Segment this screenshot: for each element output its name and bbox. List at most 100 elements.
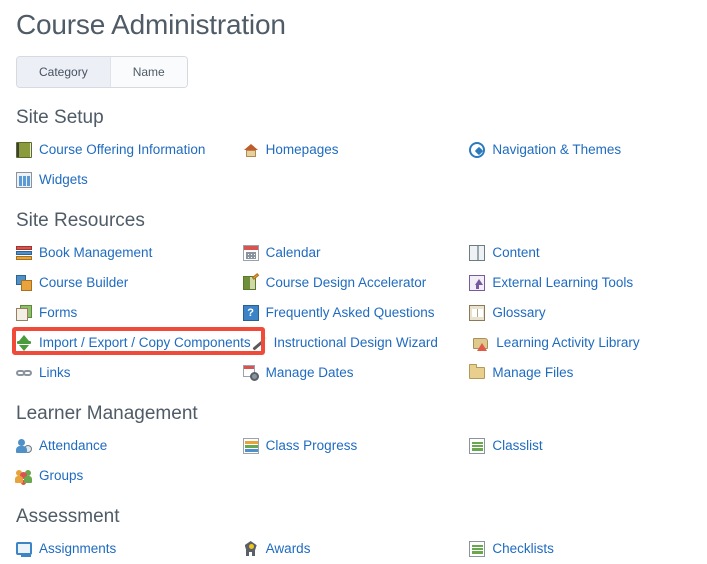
tool-link-label[interactable]: Course Design Accelerator xyxy=(266,275,427,291)
tool-link-label[interactable]: Attendance xyxy=(39,438,107,454)
tool-link-label[interactable]: External Learning Tools xyxy=(492,275,633,291)
section-site-setup: Site Setup Course Offering Information Hom… xyxy=(0,106,707,195)
tool-item-attendance[interactable]: Attendance xyxy=(16,431,243,461)
tool-item-learning-activity-library[interactable]: Learning Activity Library xyxy=(473,328,696,358)
tool-item-homepages[interactable]: Homepages xyxy=(243,135,470,165)
tool-item-course-offering-information[interactable]: Course Offering Information xyxy=(16,135,243,165)
tool-link-label[interactable]: Navigation & Themes xyxy=(492,142,621,158)
tool-item-awards[interactable]: Awards xyxy=(243,534,470,564)
tool-item-course-builder[interactable]: Course Builder xyxy=(16,268,243,298)
tool-item-glossary[interactable]: Glossary xyxy=(469,298,696,328)
toggle-option-name[interactable]: Name xyxy=(109,57,187,87)
tool-item-classlist[interactable]: Classlist xyxy=(469,431,696,461)
empty-cell xyxy=(243,165,470,195)
medal-icon xyxy=(243,541,259,557)
classlist-icon xyxy=(469,438,486,454)
people-group-icon xyxy=(15,468,32,484)
tool-link-row: Attendance Class Progress Classlist xyxy=(16,431,696,461)
section-heading: Site Setup xyxy=(16,107,104,128)
layered-squares-icon xyxy=(16,275,32,291)
tool-item-links[interactable]: Links xyxy=(16,358,243,388)
tool-item-groups[interactable]: Groups xyxy=(15,461,243,491)
section-assessment: Assessment Assignments Awards Checklists xyxy=(0,505,707,564)
tool-item-assignments[interactable]: Assignments xyxy=(16,534,243,564)
section-site-resources: Site Resources Book Management Calendar Con… xyxy=(0,209,707,388)
monitor-icon xyxy=(16,541,32,557)
tool-link-row: Widgets xyxy=(16,165,696,195)
tool-link-label[interactable]: Manage Dates xyxy=(266,365,354,381)
person-clock-icon xyxy=(16,438,32,454)
section-heading: Site Resources xyxy=(16,210,145,231)
glossary-book-icon xyxy=(469,305,486,321)
up-down-arrows-icon xyxy=(16,335,32,351)
open-book-icon xyxy=(469,245,486,261)
magic-wand-icon xyxy=(251,335,267,351)
tool-link-label[interactable]: Homepages xyxy=(266,142,339,158)
tool-item-manage-files[interactable]: Manage Files xyxy=(469,358,696,388)
tool-link-label[interactable]: Classlist xyxy=(492,438,542,454)
tool-item-external-learning-tools[interactable]: External Learning Tools xyxy=(469,268,696,298)
library-icon xyxy=(473,335,489,351)
tool-item-frequently-asked-questions[interactable]: Frequently Asked Questions xyxy=(242,298,470,328)
chalkboard-pencil-icon xyxy=(242,275,259,291)
calendar-gear-icon xyxy=(242,365,259,381)
tool-item-navigation-and-themes[interactable]: Navigation & Themes xyxy=(469,135,696,165)
chain-link-icon xyxy=(16,365,32,381)
tool-link-grid: Book Management Calendar Content Course Bui… xyxy=(0,238,707,388)
tool-link-label[interactable]: Awards xyxy=(266,541,311,557)
progress-bars-icon xyxy=(242,438,259,454)
tool-link-label[interactable]: Glossary xyxy=(492,305,545,321)
tool-item-class-progress[interactable]: Class Progress xyxy=(242,431,470,461)
toggle-option-category[interactable]: Category xyxy=(17,57,110,87)
tool-item-import-export-copy-components[interactable]: Import / Export / Copy Components xyxy=(16,328,251,358)
empty-cell xyxy=(243,461,470,491)
empty-cell xyxy=(469,165,696,195)
section-heading: Learner Management xyxy=(16,403,198,424)
tool-link-grid: Assignments Awards Checklists xyxy=(0,534,707,564)
tool-item-content[interactable]: Content xyxy=(469,238,696,268)
tool-link-row: Import / Export / Copy Components Instruc… xyxy=(16,328,696,358)
tool-link-label[interactable]: Checklists xyxy=(492,541,554,557)
tool-item-widgets[interactable]: Widgets xyxy=(16,165,243,195)
tool-link-label[interactable]: Calendar xyxy=(266,245,321,261)
checklist-icon xyxy=(469,541,486,557)
tool-link-label[interactable]: Links xyxy=(39,365,71,381)
tool-link-label[interactable]: Instructional Design Wizard xyxy=(274,335,438,351)
tool-link-label[interactable]: Book Management xyxy=(39,245,152,261)
question-mark-icon xyxy=(242,304,259,322)
tool-link-label[interactable]: Assignments xyxy=(39,541,116,557)
tool-link-grid: Attendance Class Progress Classlist Groups xyxy=(0,431,707,491)
tool-link-label[interactable]: Groups xyxy=(39,468,83,484)
tool-item-instructional-design-wizard[interactable]: Instructional Design Wizard xyxy=(251,328,474,358)
tool-link-label[interactable]: Course Builder xyxy=(39,275,128,291)
tool-item-course-design-accelerator[interactable]: Course Design Accelerator xyxy=(242,268,470,298)
widgets-icon xyxy=(16,172,32,188)
tool-link-label[interactable]: Forms xyxy=(39,305,77,321)
tool-link-label[interactable]: Widgets xyxy=(39,172,88,188)
tool-sections: Site Setup Course Offering Information Hom… xyxy=(0,106,707,564)
compass-icon xyxy=(469,142,486,158)
tool-link-label[interactable]: Frequently Asked Questions xyxy=(266,305,435,321)
tool-link-label[interactable]: Content xyxy=(492,245,539,261)
tool-link-grid: Course Offering Information Homepages Navi… xyxy=(0,135,707,195)
section-learner-management: Learner Management Attendance Class Progre… xyxy=(0,402,707,491)
tool-link-row: Forms Frequently Asked Questions Glossary xyxy=(16,298,696,328)
tool-link-row: Course Offering Information Homepages Navi… xyxy=(16,135,696,165)
tool-link-label[interactable]: Class Progress xyxy=(266,438,358,454)
tool-link-row: Assignments Awards Checklists xyxy=(16,534,696,564)
tool-link-label[interactable]: Manage Files xyxy=(492,365,573,381)
calendar-icon xyxy=(242,245,259,261)
tool-link-label[interactable]: Import / Export / Copy Components xyxy=(39,335,251,351)
tool-item-calendar[interactable]: Calendar xyxy=(242,238,470,268)
tool-link-row: Course Builder Course Design Accelerator E… xyxy=(16,268,696,298)
view-mode-toggle[interactable]: Category Name xyxy=(16,56,188,88)
tool-link-label[interactable]: Learning Activity Library xyxy=(496,335,639,351)
green-book-icon xyxy=(16,142,32,158)
tool-link-label[interactable]: Course Offering Information xyxy=(39,142,205,158)
tool-item-forms[interactable]: Forms xyxy=(16,298,243,328)
course-administration-page: Course Administration Category Name Site… xyxy=(0,0,707,557)
external-tools-icon xyxy=(469,275,486,291)
tool-item-book-management[interactable]: Book Management xyxy=(16,238,243,268)
tool-item-manage-dates[interactable]: Manage Dates xyxy=(242,358,470,388)
tool-item-checklists[interactable]: Checklists xyxy=(469,534,696,564)
